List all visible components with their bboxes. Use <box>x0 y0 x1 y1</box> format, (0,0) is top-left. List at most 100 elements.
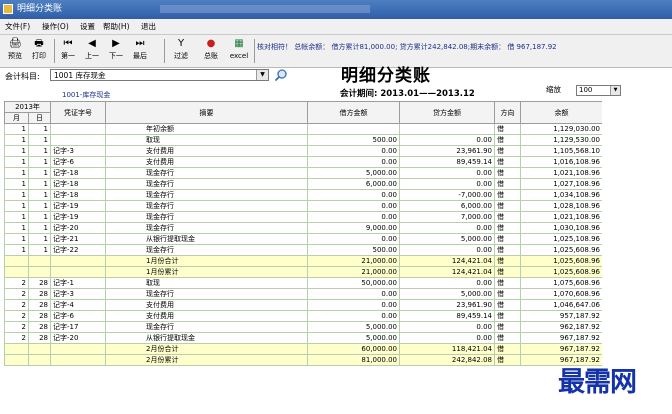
previous-button[interactable]: ◀ 上一 <box>81 38 103 64</box>
filter-button[interactable]: Y 过滤 <box>170 38 192 64</box>
cell-balance: 1,030,108.96 <box>520 222 602 234</box>
cell-debit: 0.00 <box>307 156 401 168</box>
cell-balance: 967,187.92 <box>520 332 602 344</box>
dropdown-arrow-icon[interactable]: ▼ <box>256 70 268 80</box>
header-debit: 借方金额 <box>307 101 401 124</box>
table-row[interactable]: 2月份累计 81,000.00 242,842.08 借 967,187.92 <box>4 354 602 366</box>
search-icon[interactable] <box>274 68 288 82</box>
next-button[interactable]: ▶ 下一 <box>105 38 127 64</box>
cell-direction: 借 <box>494 211 522 223</box>
table-row[interactable]: 1月份累计 21,000.00 124,421.04 借 1,025,608.96 <box>4 266 602 278</box>
table-row[interactable]: 1 1 记字-18 现金存行 6,000.00 0.00 借 1,027,108.96 <box>4 178 602 190</box>
cell-month: 2 <box>4 299 29 311</box>
cell-day: 1 <box>27 145 52 157</box>
table-row[interactable]: 2 28 记字-3 现金存行 0.00 5,000.00 借 1,070,608.96 <box>4 288 602 300</box>
cell-credit: 118,421.04 <box>399 343 496 355</box>
year-header: 2013年 <box>4 101 52 113</box>
cell-balance: 1,021,108.96 <box>520 167 602 179</box>
cell-credit: 23,961.90 <box>399 299 496 311</box>
cell-credit: 5,000.00 <box>399 288 496 300</box>
menu-help[interactable]: 帮助(H) <box>103 22 130 31</box>
menu-operate[interactable]: 操作(O) <box>42 22 69 31</box>
cell-balance: 962,187.92 <box>520 321 602 333</box>
app-icon <box>3 4 13 14</box>
cell-summary: 取现 <box>105 134 309 146</box>
table-row[interactable]: 2 28 记字-4 支付费用 0.00 23,961.90 借 1,046,647.06 <box>4 299 602 311</box>
cell-debit: 9,000.00 <box>307 222 401 234</box>
table-row[interactable]: 1 1 记字-18 现金存行 0.00 -7,000.00 借 1,034,108.96 <box>4 189 602 201</box>
table-row[interactable]: 1 1 年初余额 借 1,129,030.00 <box>4 123 602 135</box>
excel-button[interactable]: ▦ excel <box>228 38 250 64</box>
table-row[interactable]: 2月份合计 60,000.00 118,421.04 借 967,187.92 <box>4 343 602 355</box>
last-button[interactable]: ⏭ 最后 <box>129 38 151 64</box>
next-icon: ▶ <box>112 38 120 49</box>
table-row[interactable]: 1 1 记字-21 从银行提取现金 0.00 5,000.00 借 1,025,108.96 <box>4 233 602 245</box>
table-row[interactable]: 1 1 记字-19 现金存行 0.00 6,000.00 借 1,028,108.96 <box>4 200 602 212</box>
header-balance: 余额 <box>520 101 602 124</box>
menu-file[interactable]: 文件(F) <box>5 22 30 31</box>
cell-debit: 0.00 <box>307 299 401 311</box>
cell-voucher: 记字-20 <box>50 222 107 234</box>
cell-direction: 借 <box>494 244 522 256</box>
cell-debit: 50,000.00 <box>307 277 401 289</box>
cell-voucher: 记字-1 <box>50 277 107 289</box>
accounting-period: 会计期间: 2013.01——2013.12 <box>340 89 475 99</box>
table-row[interactable]: 1月份合计 21,000.00 124,421.04 借 1,025,608.96 <box>4 255 602 267</box>
dropdown-arrow-icon[interactable]: ▼ <box>610 86 620 95</box>
cell-direction: 借 <box>494 354 522 366</box>
table-row[interactable]: 2 28 记字-6 支付费用 0.00 89,459.14 借 957,187.92 <box>4 310 602 322</box>
table-row[interactable]: 1 1 记字-18 现金存行 5,000.00 0.00 借 1,021,108.96 <box>4 167 602 179</box>
cell-month: 1 <box>4 167 29 179</box>
cell-voucher <box>50 266 107 278</box>
cell-summary: 现金存行 <box>105 244 309 256</box>
cell-day <box>27 343 52 355</box>
cell-balance: 1,046,647.06 <box>520 299 602 311</box>
cell-month: 1 <box>4 178 29 190</box>
ledger-table: 2013年 凭证字号 摘要 借方金额 贷方金额 方向 余额 月 日 1 1 年初余额… <box>4 101 602 366</box>
cell-debit: 5,000.00 <box>307 167 401 179</box>
first-record-icon: ⏮ <box>63 38 73 49</box>
cell-summary: 现金存行 <box>105 222 309 234</box>
cell-direction: 借 <box>494 189 522 201</box>
cell-voucher <box>50 255 107 267</box>
cell-month: 2 <box>4 332 29 344</box>
cell-debit: 81,000.00 <box>307 354 401 366</box>
cell-balance: 967,187.92 <box>520 354 602 366</box>
cell-voucher: 记字-4 <box>50 299 107 311</box>
cell-day: 28 <box>27 288 52 300</box>
cell-credit: 242,842.08 <box>399 354 496 366</box>
table-row[interactable]: 1 1 取现 500.00 0.00 借 1,129,530.00 <box>4 134 602 146</box>
cell-day: 28 <box>27 299 52 311</box>
menu-settings[interactable]: 设置 <box>80 22 95 31</box>
cell-day: 28 <box>27 321 52 333</box>
sub-account-label: 1001-库存现金 <box>62 91 111 99</box>
table-row[interactable]: 2 28 记字-17 现金存行 5,000.00 0.00 借 962,187.92 <box>4 321 602 333</box>
cell-balance: 1,016,108.96 <box>520 156 602 168</box>
cell-month: 2 <box>4 310 29 322</box>
cell-summary: 从银行提取现金 <box>105 332 309 344</box>
cell-direction: 借 <box>494 288 522 300</box>
cell-direction: 借 <box>494 200 522 212</box>
table-row[interactable]: 1 1 记字-3 支付费用 0.00 23,961.90 借 1,105,568.10 <box>4 145 602 157</box>
account-select[interactable]: 1001 库存现金 ▼ <box>50 69 269 81</box>
cell-balance: 1,025,608.96 <box>520 244 602 256</box>
print-button[interactable]: 🖶 打印 <box>28 38 50 64</box>
preview-button[interactable]: 🖨 预览 <box>4 38 26 64</box>
general-ledger-button[interactable]: ● 总账 <box>200 38 222 64</box>
first-button[interactable]: ⏮ 第一 <box>57 38 79 64</box>
table-row[interactable]: 2 28 记字-1 取现 50,000.00 0.00 借 1,075,608.96 <box>4 277 602 289</box>
cell-credit: 7,000.00 <box>399 211 496 223</box>
cell-voucher: 记字-3 <box>50 145 107 157</box>
zoom-select[interactable]: 100 ▼ <box>576 85 621 96</box>
cell-debit: 0.00 <box>307 310 401 322</box>
report-title: 明细分类账 <box>341 66 431 86</box>
menu-exit[interactable]: 退出 <box>141 22 156 31</box>
table-row[interactable]: 1 1 记字-6 支付费用 0.00 89,459.14 借 1,016,108.96 <box>4 156 602 168</box>
table-row[interactable]: 1 1 记字-20 现金存行 9,000.00 0.00 借 1,030,108.96 <box>4 222 602 234</box>
table-row[interactable]: 1 1 记字-22 现金存行 500.00 0.00 借 1,025,608.96 <box>4 244 602 256</box>
cell-summary: 2月份合计 <box>105 343 309 355</box>
table-row[interactable]: 1 1 记字-19 现金存行 0.00 7,000.00 借 1,021,108.96 <box>4 211 602 223</box>
cell-direction: 借 <box>494 123 522 135</box>
cell-balance: 1,021,108.96 <box>520 211 602 223</box>
table-row[interactable]: 2 28 记字-20 从银行提取现金 5,000.00 0.00 借 967,187.92 <box>4 332 602 344</box>
